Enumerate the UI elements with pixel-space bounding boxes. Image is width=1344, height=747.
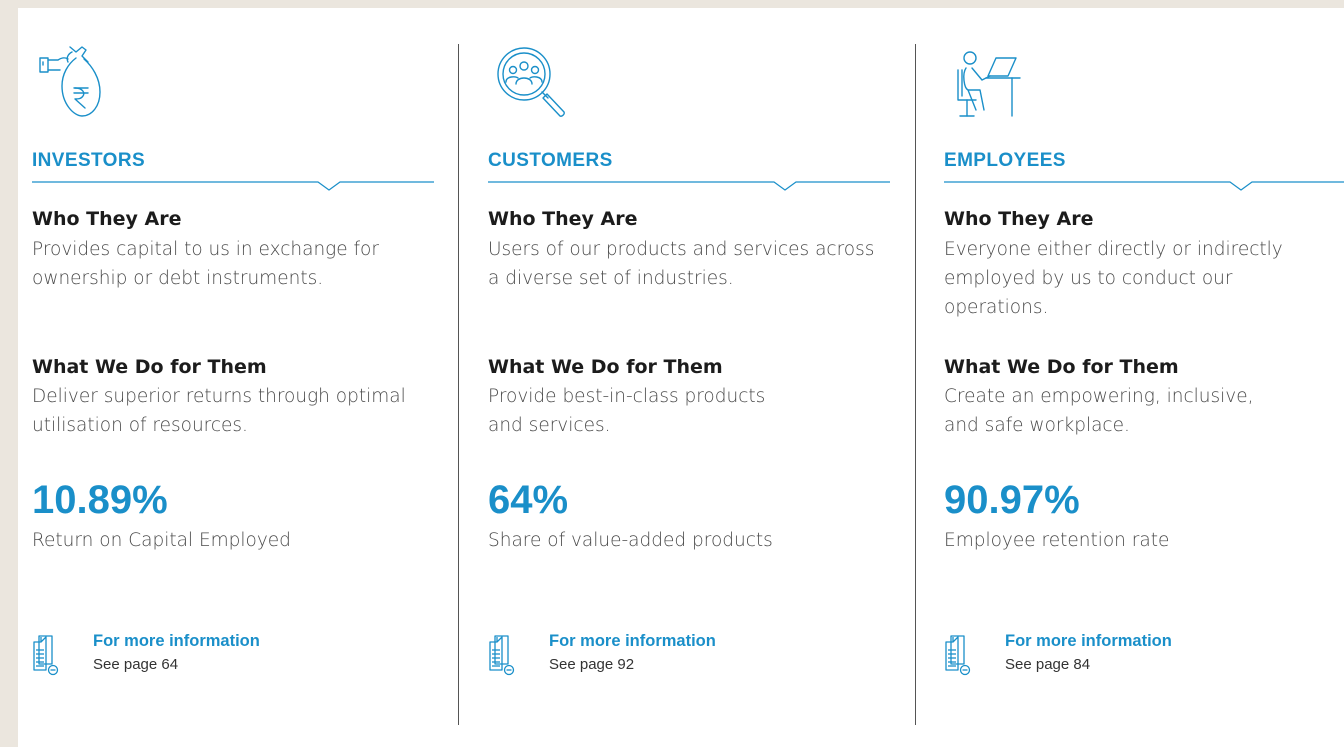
money-bag-rupee-icon bbox=[38, 44, 110, 120]
page-reference: See page 64 bbox=[93, 656, 179, 673]
people-magnifier-icon bbox=[494, 44, 566, 120]
metric-value: 64% bbox=[488, 478, 569, 522]
who-they-are-text: Everyone either directly or indirectly e… bbox=[944, 239, 1283, 318]
what-we-do-title: What We Do for Them bbox=[32, 356, 267, 378]
stakeholder-column-employees: EMPLOYEES Who They Are Everyone either d… bbox=[944, 8, 1344, 747]
employee-desk-icon bbox=[950, 44, 1022, 120]
stakeholder-column-investors: INVESTORS Who They Are Provides capital … bbox=[32, 8, 434, 747]
column-heading: EMPLOYEES bbox=[944, 150, 1066, 171]
stakeholder-panel: INVESTORS Who They Are Provides capital … bbox=[18, 8, 1344, 747]
stakeholder-column-customers: CUSTOMERS Who They Are Users of our prod… bbox=[488, 8, 890, 747]
page-reference: See page 84 bbox=[1005, 656, 1091, 673]
page-reference: See page 92 bbox=[549, 656, 635, 673]
metric-label: Employee retention rate bbox=[944, 530, 1170, 551]
column-heading: CUSTOMERS bbox=[488, 150, 613, 171]
document-icon[interactable] bbox=[32, 632, 64, 678]
what-we-do-text: Deliver superior returns through optimal… bbox=[32, 386, 406, 436]
heading-underline bbox=[944, 172, 1344, 192]
metric-label: Return on Capital Employed bbox=[32, 530, 291, 551]
who-they-are-text: Users of our products and services acros… bbox=[488, 239, 875, 289]
who-they-are-title: Who They Are bbox=[32, 208, 182, 230]
who-they-are-title: Who They Are bbox=[488, 208, 638, 230]
metric-value: 10.89% bbox=[32, 478, 168, 522]
what-we-do-title: What We Do for Them bbox=[488, 356, 723, 378]
column-heading: INVESTORS bbox=[32, 150, 146, 171]
column-divider bbox=[458, 44, 459, 725]
heading-underline bbox=[32, 172, 434, 192]
column-divider bbox=[915, 44, 916, 725]
what-we-do-text: Provide best-in-class products and servi… bbox=[488, 386, 766, 436]
heading-underline bbox=[488, 172, 890, 192]
more-info-link[interactable]: For more information bbox=[549, 632, 716, 651]
document-icon[interactable] bbox=[488, 632, 520, 678]
more-info-link[interactable]: For more information bbox=[93, 632, 260, 651]
what-we-do-title: What We Do for Them bbox=[944, 356, 1179, 378]
metric-label: Share of value-added products bbox=[488, 530, 773, 551]
what-we-do-text: Create an empowering, inclusive, and saf… bbox=[944, 386, 1254, 436]
who-they-are-text: Provides capital to us in exchange for o… bbox=[32, 239, 379, 289]
document-icon[interactable] bbox=[944, 632, 976, 678]
more-info-link[interactable]: For more information bbox=[1005, 632, 1172, 651]
metric-value: 90.97% bbox=[944, 478, 1080, 522]
who-they-are-title: Who They Are bbox=[944, 208, 1094, 230]
